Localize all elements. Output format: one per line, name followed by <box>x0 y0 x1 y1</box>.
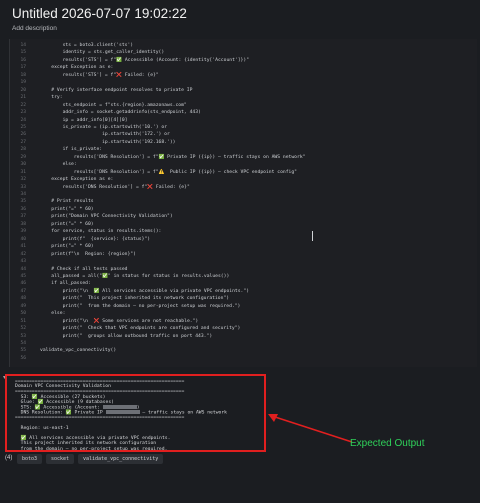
code-line: 56 <box>10 354 477 363</box>
output-text: Region: us-east-1 <box>15 425 69 431</box>
dependency-chip-boto3[interactable]: boto3 <box>17 454 43 464</box>
output-text: from the domain — no per-project setup w… <box>15 446 168 452</box>
output-line: Region: us-east-1 <box>15 426 69 432</box>
output-text: ========================================… <box>15 415 185 421</box>
redacted-value <box>105 410 140 415</box>
redacted-value <box>102 405 137 409</box>
annotation-label: Expected Output <box>350 438 425 449</box>
expected-output-highlight: ========================================… <box>5 374 266 452</box>
line-number: 56 <box>20 355 26 361</box>
page-title[interactable]: Untitled 2026-07-07 19:02:22 <box>12 6 187 21</box>
dependency-chip-socket[interactable]: socket <box>46 454 75 464</box>
dependency-bar: (4) boto3 socket validate_vpc_connectivi… <box>0 453 480 467</box>
dependency-count: (4) <box>5 455 13 461</box>
output-line: from the domain — no per-project setup w… <box>15 446 168 452</box>
annotation-arrow-icon <box>268 414 353 443</box>
add-description-link[interactable]: Add description <box>12 25 57 32</box>
dependency-chip-validate[interactable]: validate_vpc_connectivity <box>78 454 164 464</box>
code-cell[interactable]: 14 sts = boto3.client('sts') 15 identity … <box>9 39 477 367</box>
text-cursor-icon <box>310 231 314 241</box>
output-line: ========================================… <box>15 415 184 421</box>
